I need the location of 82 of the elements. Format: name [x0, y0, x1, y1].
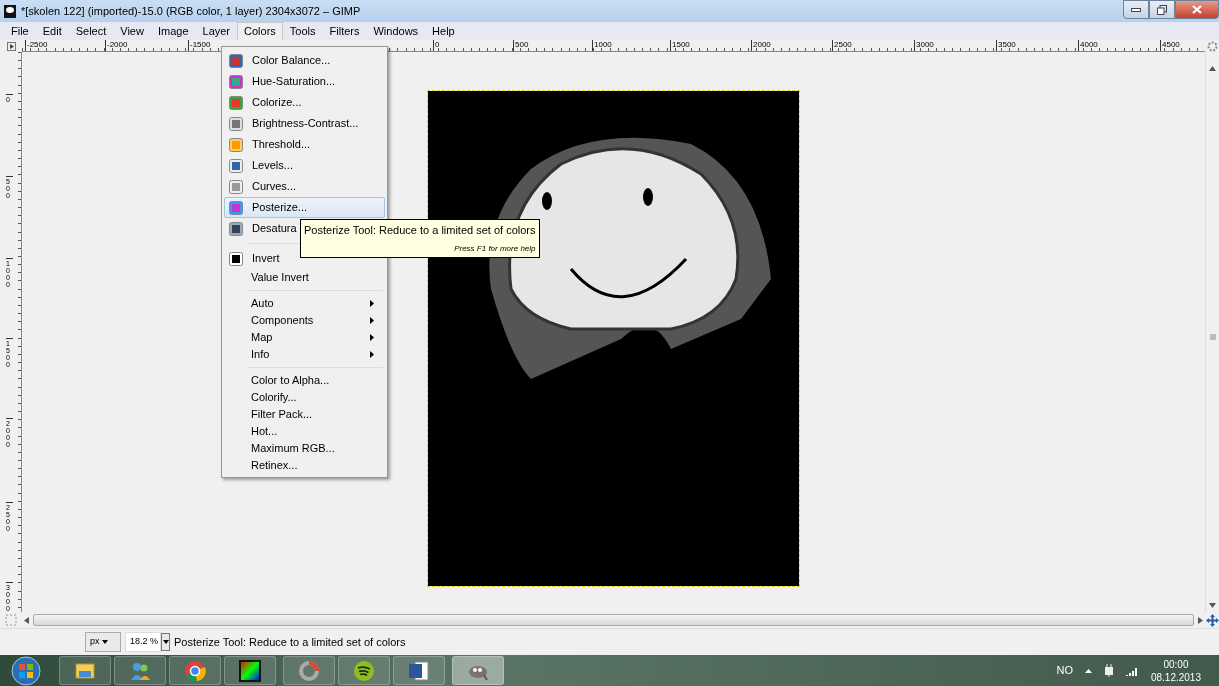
scroll-thumb-icon[interactable] — [1208, 334, 1217, 340]
ring-icon — [297, 658, 321, 683]
menu-item[interactable]: Value Invert — [224, 269, 385, 286]
clock[interactable]: 00:00 08.12.2013 — [1150, 657, 1201, 684]
close-icon — [1192, 5, 1202, 14]
show-hidden-icons-icon[interactable] — [1084, 668, 1092, 673]
taskbar-button[interactable] — [393, 656, 445, 685]
scroll-down-icon[interactable] — [1209, 603, 1216, 608]
filter-icon — [229, 74, 243, 89]
document-icon — [407, 658, 431, 683]
menu-item[interactable]: Image — [150, 22, 196, 40]
signal-icon[interactable] — [1125, 665, 1139, 676]
menu-item[interactable]: Tools — [282, 22, 323, 40]
menu-item[interactable]: Hue-Saturation... — [224, 71, 385, 92]
menu-item[interactable]: Help — [425, 22, 462, 40]
zoom-icon[interactable] — [1206, 40, 1218, 52]
window-title: *[skolen 122] (imported)-15.0 (RGB color, 1 layer) 2304x3072 – GIMP — [21, 3, 361, 19]
menu-item[interactable]: File — [4, 22, 36, 40]
menu-item[interactable]: Curves... — [224, 176, 385, 197]
gimp-app-icon — [4, 4, 16, 18]
horizontal-scrollbar[interactable] — [33, 614, 1194, 626]
menu-item[interactable]: View — [113, 22, 151, 40]
submenu-arrow-icon — [370, 351, 374, 358]
taskbar-button[interactable] — [338, 656, 390, 685]
menu-item[interactable]: Layer — [195, 22, 238, 40]
menu-item[interactable]: Auto — [224, 295, 385, 312]
menu-item[interactable]: Colors — [237, 22, 283, 40]
filter-icon — [229, 137, 243, 152]
menu-item[interactable]: Levels... — [224, 155, 385, 176]
filter-icon — [229, 179, 243, 194]
restore-button[interactable] — [1149, 0, 1175, 19]
menu-item[interactable]: Colorify... — [224, 389, 385, 406]
scroll-up-icon[interactable] — [1209, 66, 1216, 71]
scroll-left-icon[interactable] — [24, 616, 29, 624]
scroll-right-icon[interactable] — [1198, 616, 1203, 624]
submenu-arrow-icon — [370, 300, 374, 307]
menu-item[interactable]: Windows — [366, 22, 426, 40]
tooltip-help-hint: Press F1 for more help — [453, 242, 536, 255]
taskbar-button[interactable] — [224, 656, 276, 685]
tooltip-text: Posterize Tool: Reduce to a limited set of colors — [304, 223, 536, 238]
menu-item[interactable]: Retinex... — [224, 457, 385, 474]
navigate-icon[interactable] — [1205, 613, 1219, 627]
caret-icon — [162, 640, 169, 644]
filter-icon — [229, 200, 243, 215]
status-message: Posterize Tool: Reduce to a limited set of colors — [174, 634, 406, 650]
menu-item[interactable]: Maximum RGB... — [224, 440, 385, 457]
filter-icon — [229, 221, 243, 236]
menu-item[interactable]: Filters — [322, 22, 367, 40]
menu-item[interactable]: Brightness-Contrast... — [224, 113, 385, 134]
menu-item[interactable]: Info — [224, 346, 385, 363]
zoom-dropdown-button[interactable] — [161, 633, 170, 651]
menu-item[interactable]: Threshold... — [224, 134, 385, 155]
restore-icon — [1157, 4, 1167, 15]
menu-item[interactable]: Select — [68, 22, 114, 40]
close-button[interactable] — [1175, 0, 1219, 19]
filter-icon — [229, 95, 243, 110]
browser-icon — [183, 658, 207, 683]
filter-icon — [229, 116, 243, 131]
music-icon — [352, 658, 376, 683]
menu-item[interactable]: Colorize... — [224, 92, 385, 113]
menu-item[interactable]: Invert — [224, 248, 385, 269]
caret-icon — [101, 640, 108, 644]
menu-item[interactable]: Hot... — [224, 423, 385, 440]
submenu-arrow-icon — [370, 334, 374, 341]
filter-icon — [229, 53, 243, 68]
menu-item[interactable]: Color to Alpha... — [224, 372, 385, 389]
unit-dropdown[interactable]: px — [85, 632, 121, 652]
power-icon[interactable] — [1103, 664, 1114, 677]
submenu-arrow-icon — [370, 317, 374, 324]
menu-item[interactable]: Components — [224, 312, 385, 329]
filter-icon — [229, 251, 243, 266]
menu-item[interactable]: Posterize... — [224, 197, 385, 218]
color-gradient-icon — [238, 658, 262, 683]
minimize-button[interactable] — [1123, 0, 1149, 19]
zoom-field[interactable]: 18.2 % — [125, 632, 161, 652]
menu-item[interactable]: Filter Pack... — [224, 406, 385, 423]
menu-item[interactable]: Map — [224, 329, 385, 346]
language-indicator[interactable]: NO — [1056, 662, 1073, 679]
menu-item[interactable]: Color Balance... — [224, 50, 385, 71]
filter-icon — [229, 158, 243, 173]
minimize-icon — [1131, 7, 1141, 12]
menu-item[interactable]: Edit — [35, 22, 69, 40]
